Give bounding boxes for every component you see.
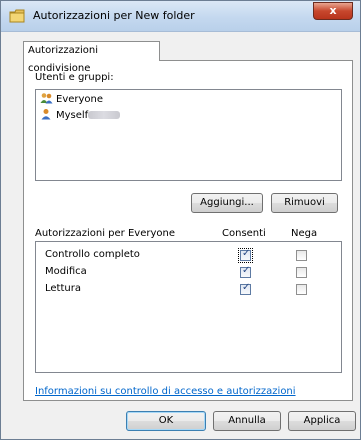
permission-name: Controllo completo [45,249,140,260]
tab-label: Autorizzazioni condivisione [28,45,98,74]
cancel-button[interactable]: Annulla [213,411,281,431]
permission-row: Modifica ✓ [36,265,341,281]
apply-button[interactable]: Applica [288,411,356,431]
deny-checkbox[interactable] [296,284,307,295]
list-item-myself[interactable]: Myself [40,108,121,122]
ok-button[interactable]: OK [126,411,206,431]
title-bar[interactable]: Autorizzazioni per New folder x [1,1,360,32]
deny-checkbox[interactable] [296,250,307,261]
permission-row: Controllo completo ✓ [36,248,341,264]
allow-checkbox[interactable]: ✓ [238,248,253,263]
deny-checkbox[interactable] [296,267,307,278]
remove-button[interactable]: Rimuovi [271,193,338,213]
allow-column-header: Consenti [222,228,266,239]
window-title: Autorizzazioni per New folder [33,9,195,22]
tab-sharing-permissions[interactable]: Autorizzazioni condivisione [23,41,160,74]
redacted-name [88,111,121,119]
check-icon: ✓ [242,265,251,276]
folder-icon [9,9,25,23]
check-icon: ✓ [242,282,251,293]
check-icon: ✓ [242,248,251,259]
users-groups-list[interactable]: Everyone Myself [35,89,342,181]
access-control-info-link[interactable]: Informazioni su controllo di accesso e a… [35,386,296,397]
user-icon [40,108,53,120]
allow-checkbox[interactable]: ✓ [240,265,251,278]
list-item-label: Everyone [56,94,104,105]
add-button[interactable]: Aggiungi... [191,193,263,213]
permissions-header: Autorizzazioni per Everyone [35,228,175,239]
close-button[interactable]: x [313,2,353,20]
permission-row: Lettura ✓ [36,282,341,298]
close-icon: x [329,4,337,17]
deny-column-header: Nega [291,228,318,239]
list-item-everyone[interactable]: Everyone [40,92,103,106]
permissions-dialog: Autorizzazioni per New folder x Autorizz… [0,0,361,440]
users-group-icon [40,92,53,104]
permissions-list: Controllo completo ✓ Modifica ✓ Lettura … [35,241,342,373]
permission-name: Modifica [45,266,87,277]
list-item-label: Myself [56,110,89,121]
allow-checkbox[interactable]: ✓ [240,282,251,295]
permission-name: Lettura [45,283,81,294]
